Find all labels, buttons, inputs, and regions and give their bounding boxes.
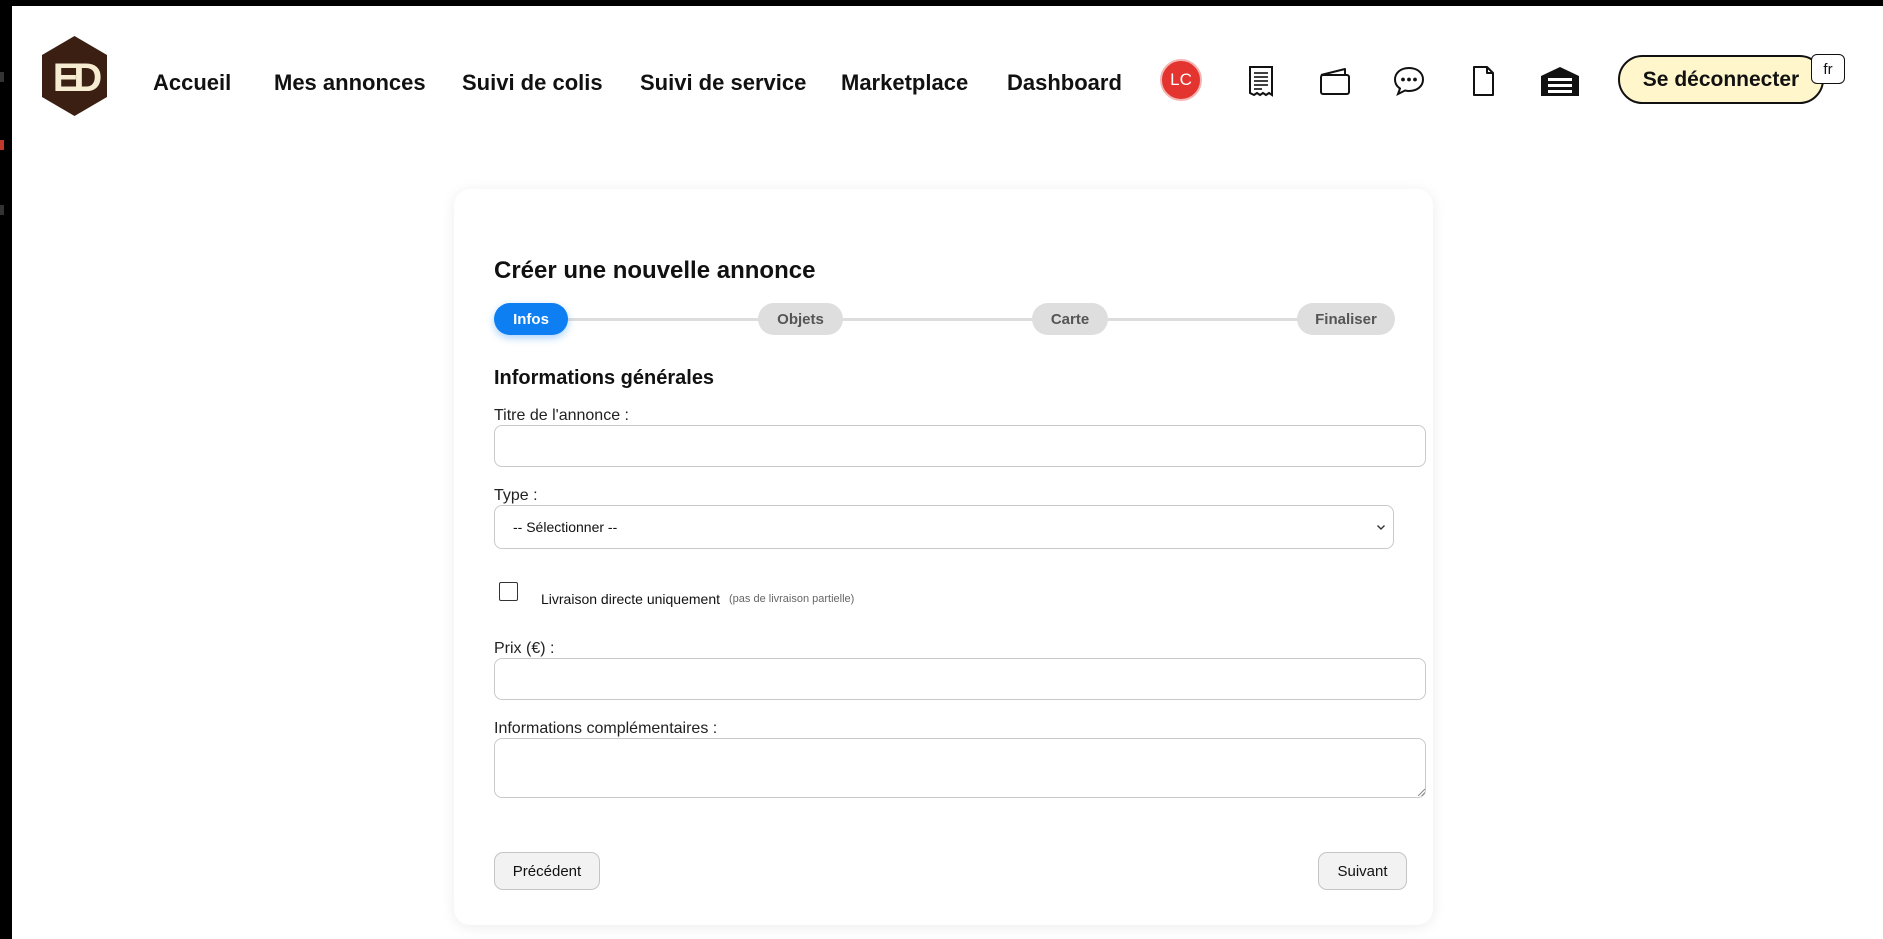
brand-logo[interactable]: ED (41, 35, 108, 117)
step-finaliser[interactable]: Finaliser (1297, 303, 1395, 335)
step-objets[interactable]: Objets (758, 303, 843, 335)
direct-delivery-hint: (pas de livraison partielle) (729, 593, 855, 605)
language-switch-button[interactable]: fr (1811, 54, 1845, 84)
extra-info-textarea[interactable] (494, 738, 1426, 798)
progress-stepper: Infos Objets Carte Finaliser (494, 303, 1395, 335)
app-window: ED Accueil Mes annonces Suivi de colis S… (12, 6, 1883, 939)
svg-text:ED: ED (53, 56, 102, 100)
create-listing-card: Créer une nouvelle annonce Infos Objets … (454, 189, 1433, 925)
listing-title-input[interactable] (494, 425, 1426, 467)
step-infos[interactable]: Infos (494, 303, 568, 335)
edge-artifact (0, 140, 4, 150)
nav-link-accueil[interactable]: Accueil (153, 70, 231, 96)
document-icon[interactable] (1466, 64, 1500, 98)
next-button[interactable]: Suivant (1318, 852, 1407, 890)
nav-link-marketplace[interactable]: Marketplace (841, 70, 968, 96)
warehouse-icon[interactable] (1540, 64, 1580, 98)
title-label: Titre de l'annonce : (494, 407, 629, 424)
step-carte[interactable]: Carte (1032, 303, 1108, 335)
nav-link-suivi-de-service[interactable]: Suivi de service (640, 70, 806, 96)
edge-artifact (0, 205, 4, 215)
chat-icon[interactable] (1392, 64, 1426, 98)
extra-info-label: Informations complémentaires : (494, 720, 718, 737)
top-navbar: ED Accueil Mes annonces Suivi de colis S… (12, 6, 1883, 146)
wallet-icon[interactable] (1318, 64, 1352, 98)
edge-artifact (0, 72, 4, 82)
section-title: Informations générales (494, 367, 715, 389)
type-label: Type : (494, 487, 538, 504)
type-select-value: -- Sélectionner -- (513, 519, 618, 535)
price-input[interactable] (494, 658, 1426, 700)
nav-link-suivi-de-colis[interactable]: Suivi de colis (462, 70, 603, 96)
type-select[interactable]: -- Sélectionner -- (494, 505, 1394, 549)
nav-link-dashboard[interactable]: Dashboard (1007, 70, 1122, 96)
receipt-icon[interactable] (1244, 64, 1278, 98)
direct-delivery-label: Livraison directe uniquement (541, 591, 720, 607)
direct-delivery-checkbox[interactable] (499, 582, 518, 601)
price-label: Prix (€) : (494, 640, 555, 657)
chevron-down-icon (1377, 525, 1385, 530)
stepper-track (554, 318, 1334, 321)
user-avatar[interactable]: LC (1160, 59, 1202, 101)
page-title: Créer une nouvelle annonce (494, 257, 816, 284)
previous-button[interactable]: Précédent (494, 852, 600, 890)
resize-grip-icon[interactable] (1417, 788, 1425, 796)
nav-link-mes-annonces[interactable]: Mes annonces (274, 70, 426, 96)
logout-button[interactable]: Se déconnecter (1618, 55, 1824, 104)
